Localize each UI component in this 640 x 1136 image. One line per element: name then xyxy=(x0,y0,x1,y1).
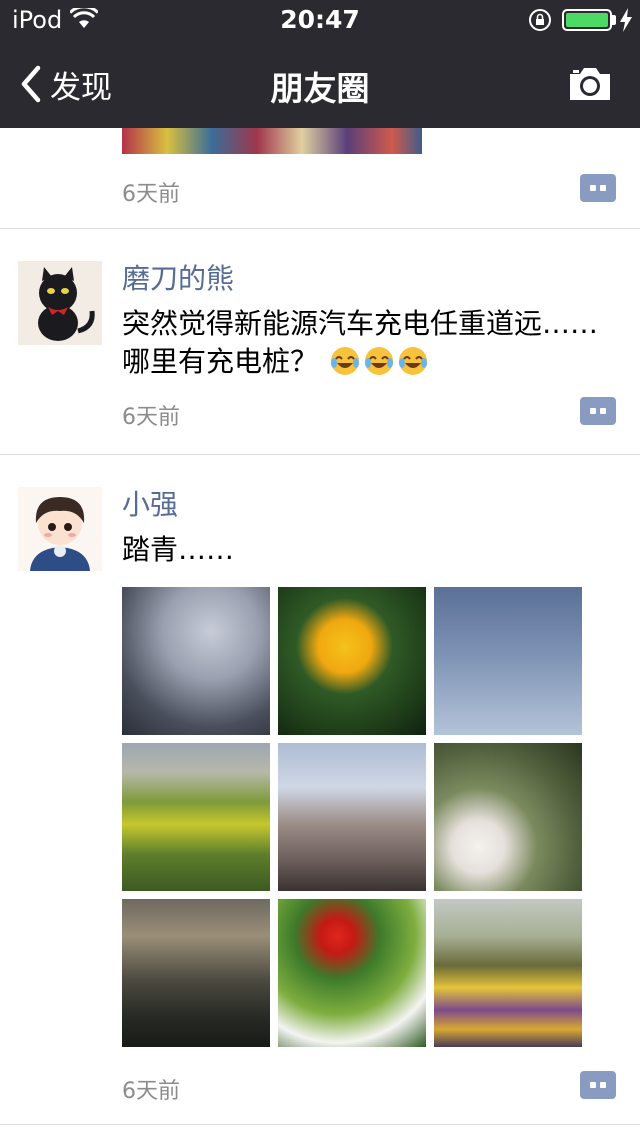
face-with-tears-of-joy-icon xyxy=(398,347,427,375)
post-time: 6天前 xyxy=(122,182,180,207)
post-time: 6天前 xyxy=(122,1079,180,1104)
cartoon-boy-avatar-icon xyxy=(18,487,102,571)
post-body: 小强 踏青…… 6天前 xyxy=(122,455,640,1121)
post: 磨刀的熊 突然觉得新能源汽车充电任重道远……哪里有充电桩？ 6天前 xyxy=(0,229,640,455)
author-name[interactable]: 磨刀的熊 xyxy=(122,257,616,301)
post-text: 突然觉得新能源汽车充电任重道远……哪里有充电桩？ xyxy=(122,305,616,381)
battery-icon xyxy=(562,9,612,31)
photo-blossom-trees[interactable] xyxy=(278,743,426,891)
battery-tip xyxy=(612,15,616,25)
author-name[interactable]: 小强 xyxy=(122,483,616,527)
status-bar: iPod 20:47 xyxy=(0,0,640,40)
black-cat-avatar-icon xyxy=(18,261,102,345)
face-with-tears-of-joy-icon xyxy=(330,347,359,375)
navigation-bar: 发现 朋友圈 xyxy=(0,40,640,128)
post-body: 磨刀的熊 突然觉得新能源汽车充电任重道远……哪里有充电桩？ 6天前 xyxy=(122,229,640,447)
post-meta: 6天前 xyxy=(122,168,616,224)
avatar[interactable] xyxy=(18,261,102,345)
post-text: 踏青…… xyxy=(122,533,235,566)
photo-yellow-poppy[interactable] xyxy=(278,587,426,735)
post: 6天前 xyxy=(0,128,640,229)
post-time: 6天前 xyxy=(122,405,180,430)
post-meta: 6天前 xyxy=(122,1065,616,1121)
post-meta: 6天前 xyxy=(122,391,616,447)
top-bar: iPod 20:47 发现 朋友圈 xyxy=(0,0,640,128)
photo-blue-sky[interactable] xyxy=(434,587,582,735)
photo-flower-bed[interactable] xyxy=(434,899,582,1047)
post-photo-strip[interactable] xyxy=(122,128,422,154)
avatar[interactable] xyxy=(18,487,102,571)
comment-button[interactable] xyxy=(580,174,616,202)
comment-button[interactable] xyxy=(580,397,616,425)
charging-bolt-icon xyxy=(620,8,632,32)
face-with-tears-of-joy-icon xyxy=(364,347,393,375)
page-title: 朋友圈 xyxy=(270,69,370,108)
moments-feed: 6天前 磨刀的熊 突然觉得新能源汽车充电任重道远……哪里有充电桩？ 6天前 小强… xyxy=(0,128,640,1125)
camera-icon[interactable] xyxy=(566,64,614,104)
photo-sunset-park[interactable] xyxy=(122,899,270,1047)
photo-grid xyxy=(122,587,582,1047)
photo-cherry-branches[interactable] xyxy=(122,587,270,735)
photo-rapeseed-field[interactable] xyxy=(122,743,270,891)
post: 小强 踏青…… 6天前 xyxy=(0,455,640,1125)
comment-button[interactable] xyxy=(580,1071,616,1099)
rotation-lock-icon xyxy=(529,9,551,31)
photo-white-blossoms[interactable] xyxy=(434,743,582,891)
photo-tulips[interactable] xyxy=(278,899,426,1047)
